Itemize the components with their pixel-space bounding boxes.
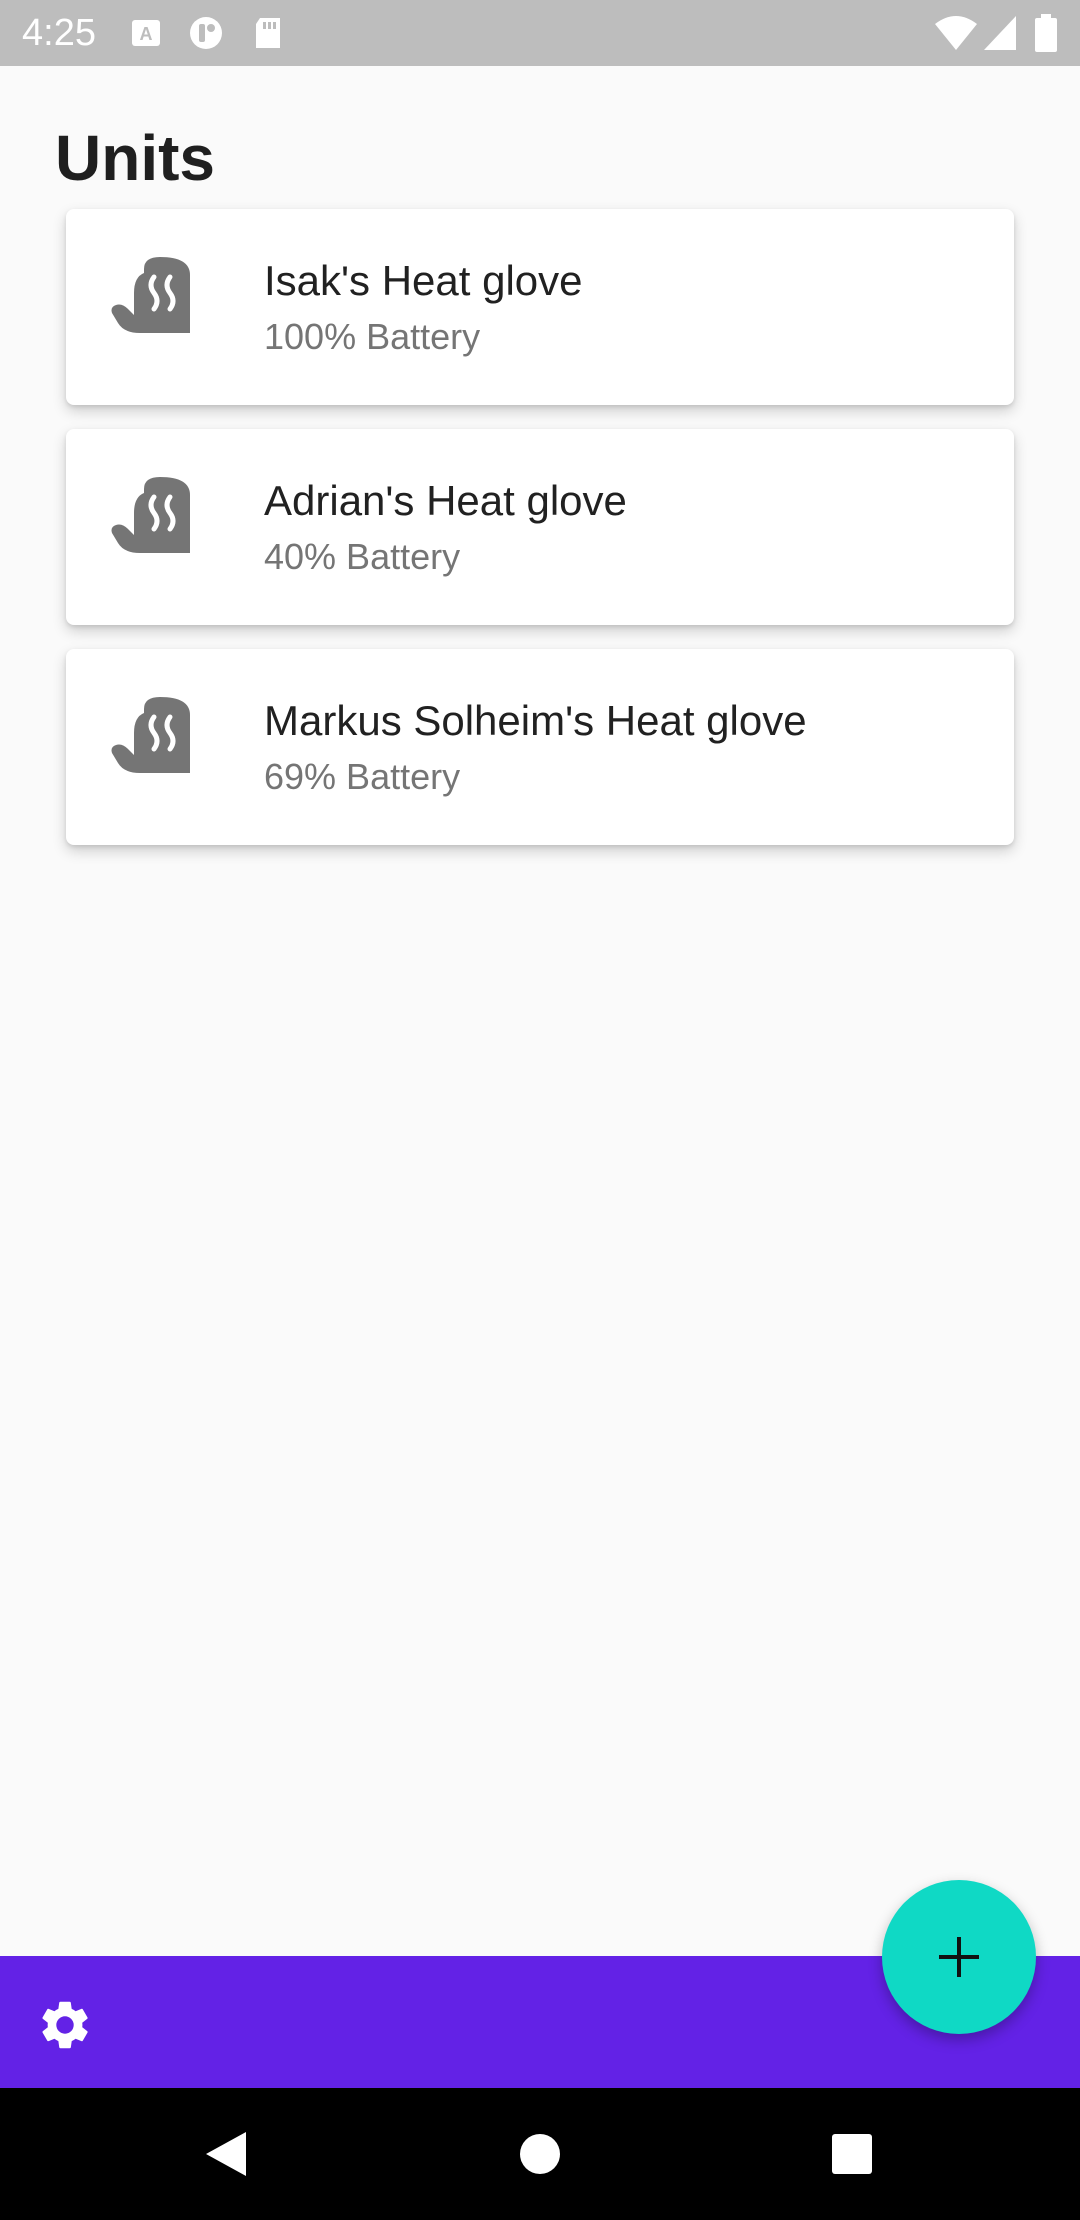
unit-card[interactable]: Markus Solheim's Heat glove 69% Battery: [66, 649, 1014, 845]
sim-icon: [190, 17, 222, 49]
add-unit-button[interactable]: [882, 1880, 1036, 2034]
plus-icon: [939, 1937, 979, 1977]
status-bar: 4:25 A: [0, 0, 1080, 66]
unit-name: Isak's Heat glove: [264, 257, 583, 304]
svg-text:A: A: [140, 24, 153, 44]
heat-glove-icon: [111, 257, 190, 333]
home-icon[interactable]: [514, 2128, 566, 2180]
signal-icon: [984, 16, 1016, 50]
back-icon[interactable]: [200, 2128, 252, 2180]
unit-battery: 40% Battery: [264, 536, 461, 577]
unit-list: Isak's Heat glove 100% Battery Adrian's …: [66, 209, 1014, 869]
keyboard-icon: A: [132, 20, 160, 46]
wifi-icon: [935, 16, 977, 50]
heat-glove-icon: [111, 697, 190, 773]
unit-card[interactable]: Adrian's Heat glove 40% Battery: [66, 429, 1014, 625]
sd-card-icon: [256, 18, 280, 48]
recents-icon[interactable]: [826, 2128, 878, 2180]
battery-icon: [1035, 14, 1057, 52]
unit-battery: 100% Battery: [264, 316, 481, 357]
heat-glove-icon: [111, 477, 190, 553]
system-nav-bar: [0, 2088, 1080, 2220]
status-time: 4:25: [22, 12, 96, 54]
unit-name: Markus Solheim's Heat glove: [264, 697, 807, 744]
unit-name: Adrian's Heat glove: [264, 477, 627, 524]
unit-card[interactable]: Isak's Heat glove 100% Battery: [66, 209, 1014, 405]
gear-icon[interactable]: [36, 1996, 94, 2054]
unit-battery: 69% Battery: [264, 756, 461, 797]
page-title: Units: [55, 122, 215, 194]
